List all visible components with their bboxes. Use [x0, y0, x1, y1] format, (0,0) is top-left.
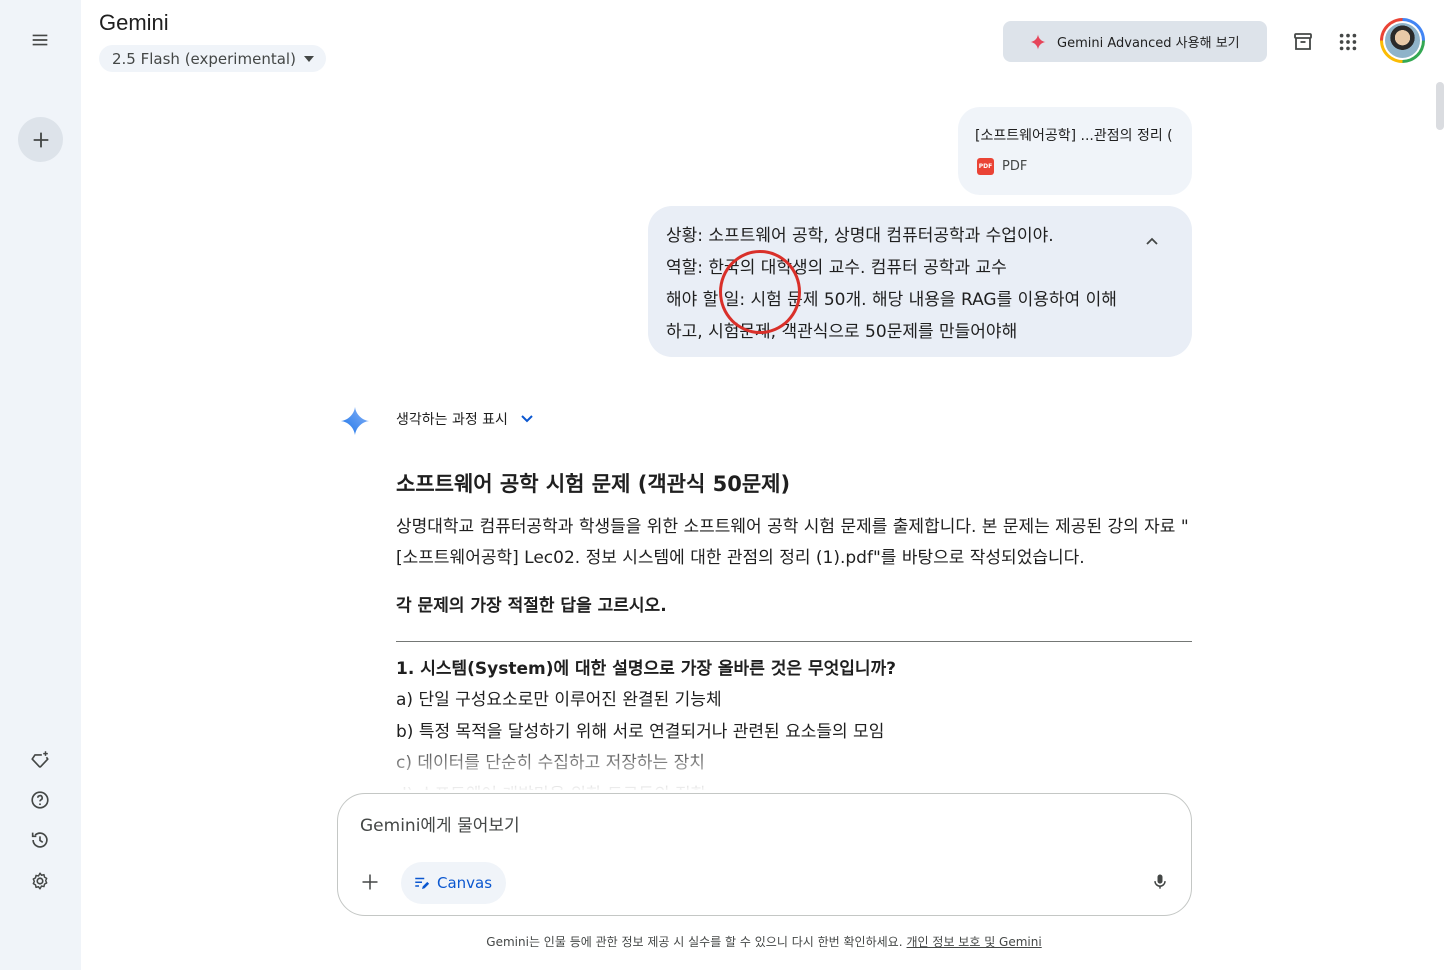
file-type-row: PDF PDF [977, 158, 1027, 175]
try-advanced-label: Gemini Advanced 사용해 보기 [1057, 36, 1240, 51]
file-type-label: PDF [1002, 159, 1028, 174]
privacy-link[interactable]: 개인 정보 보호 및 Gemini [907, 935, 1042, 949]
model-response: 소프트웨어 공학 시험 문제 (객관식 50문제) 상명대학교 컴퓨터공학과 학… [396, 468, 1192, 790]
user-message-line: 해야 할 일: 시험 문제 50개. 해당 내용을 RAG를 이용하여 이해 [666, 290, 1117, 310]
settings-icon [32, 872, 48, 890]
side-rail [0, 0, 81, 970]
user-message-line: 상황: 소프트웨어 공학, 상명대 컴퓨터공학과 수업이야. [666, 226, 1054, 246]
user-message-line: 역할: 한국의 대학생의 교수. 컴퓨터 공학과 교수 [666, 258, 1007, 278]
archive-icon [1294, 33, 1312, 50]
app-title[interactable]: Gemini [99, 10, 169, 36]
account-avatar[interactable] [1380, 18, 1425, 63]
scrollbar-thumb[interactable] [1436, 82, 1444, 130]
divider [396, 641, 1192, 642]
gem-sparkle-icon [31, 751, 49, 768]
question-option: b) 특정 목적을 달성하기 위해 서로 연결되거나 관련된 요소들의 모임 [396, 721, 885, 742]
user-message-bubble: 상황: 소프트웨어 공학, 상명대 컴퓨터공학과 수업이야. 역할: 한국의 대… [648, 206, 1192, 357]
new-chat-button[interactable] [18, 117, 63, 162]
menu-icon [32, 34, 48, 46]
model-selector[interactable]: 2.5 Flash (experimental) [99, 45, 326, 72]
plus-icon [33, 132, 48, 147]
canvas-label: Canvas [437, 874, 493, 892]
menu-button[interactable] [20, 20, 60, 60]
user-message-line: 하고, 시험문제, 객관식으로 50문제를 만들어야해 [666, 322, 1018, 342]
gems-button[interactable] [20, 740, 60, 780]
response-instruction: 각 문제의 가장 적절한 답을 고르시오. [396, 596, 667, 616]
canvas-edit-icon [415, 877, 430, 889]
question-option: a) 단일 구성요소로만 이루어진 완결된 기능체 [396, 690, 722, 710]
question-option: d) 소프트웨어 개발만을 위한 도구들의 집합 [396, 780, 1192, 791]
history-icon [31, 832, 48, 848]
question-title: 1. 시스템(System)에 대한 설명으로 가장 올바른 것은 무엇입니까? [396, 659, 897, 679]
question-option: c) 데이터를 단순히 수집하고 저장하는 장치 [396, 753, 705, 773]
pdf-file-icon: PDF [977, 158, 994, 175]
prompt-composer: Canvas [337, 793, 1192, 916]
chevron-down-icon [521, 415, 533, 423]
avatar-photo [1385, 23, 1420, 58]
try-advanced-button[interactable]: Gemini Advanced 사용해 보기 [1003, 21, 1267, 62]
gemini-sparkle-icon [340, 406, 370, 436]
microphone-button[interactable] [1146, 868, 1174, 896]
disclaimer-text: Gemini는 인물 등에 관한 정보 제공 시 실수를 할 수 있으니 다시 … [486, 935, 903, 949]
help-button[interactable] [20, 780, 60, 820]
chevron-up-icon [1146, 237, 1158, 245]
thinking-label: 생각하는 과정 표시 [396, 412, 508, 428]
settings-button[interactable] [20, 861, 60, 901]
apps-button[interactable] [1333, 27, 1363, 57]
footer-disclaimer: Gemini는 인물 등에 관한 정보 제공 시 실수를 할 수 있으니 다시 … [0, 933, 1447, 950]
mic-icon [1154, 874, 1166, 889]
archive-button[interactable] [1288, 27, 1318, 57]
apps-grid-icon [1339, 33, 1357, 51]
response-title: 소프트웨어 공학 시험 문제 (객관식 50문제) [396, 472, 791, 496]
model-label: 2.5 Flash (experimental) [112, 49, 296, 68]
file-name: [소프트웨어공학] ...관점의 정리 ( [975, 128, 1173, 144]
show-thinking-toggle[interactable]: 생각하는 과정 표시 [396, 409, 534, 429]
attached-file-card[interactable]: [소프트웨어공학] ...관점의 정리 ( PDF PDF [958, 107, 1192, 195]
response-intro: 상명대학교 컴퓨터공학과 학생들을 위한 소프트웨어 공학 시험 문제를 출제합… [396, 517, 1189, 568]
collapse-message-button[interactable] [1137, 231, 1167, 251]
add-attachment-button[interactable] [356, 868, 384, 896]
help-icon [31, 791, 49, 809]
activity-button[interactable] [20, 820, 60, 860]
prompt-input[interactable] [360, 812, 1120, 840]
plus-icon [362, 874, 378, 890]
gemini-sparkle-icon [1030, 34, 1046, 49]
canvas-button[interactable]: Canvas [401, 862, 507, 904]
dropdown-caret-icon [303, 55, 314, 62]
avatar-ring [1383, 21, 1422, 60]
